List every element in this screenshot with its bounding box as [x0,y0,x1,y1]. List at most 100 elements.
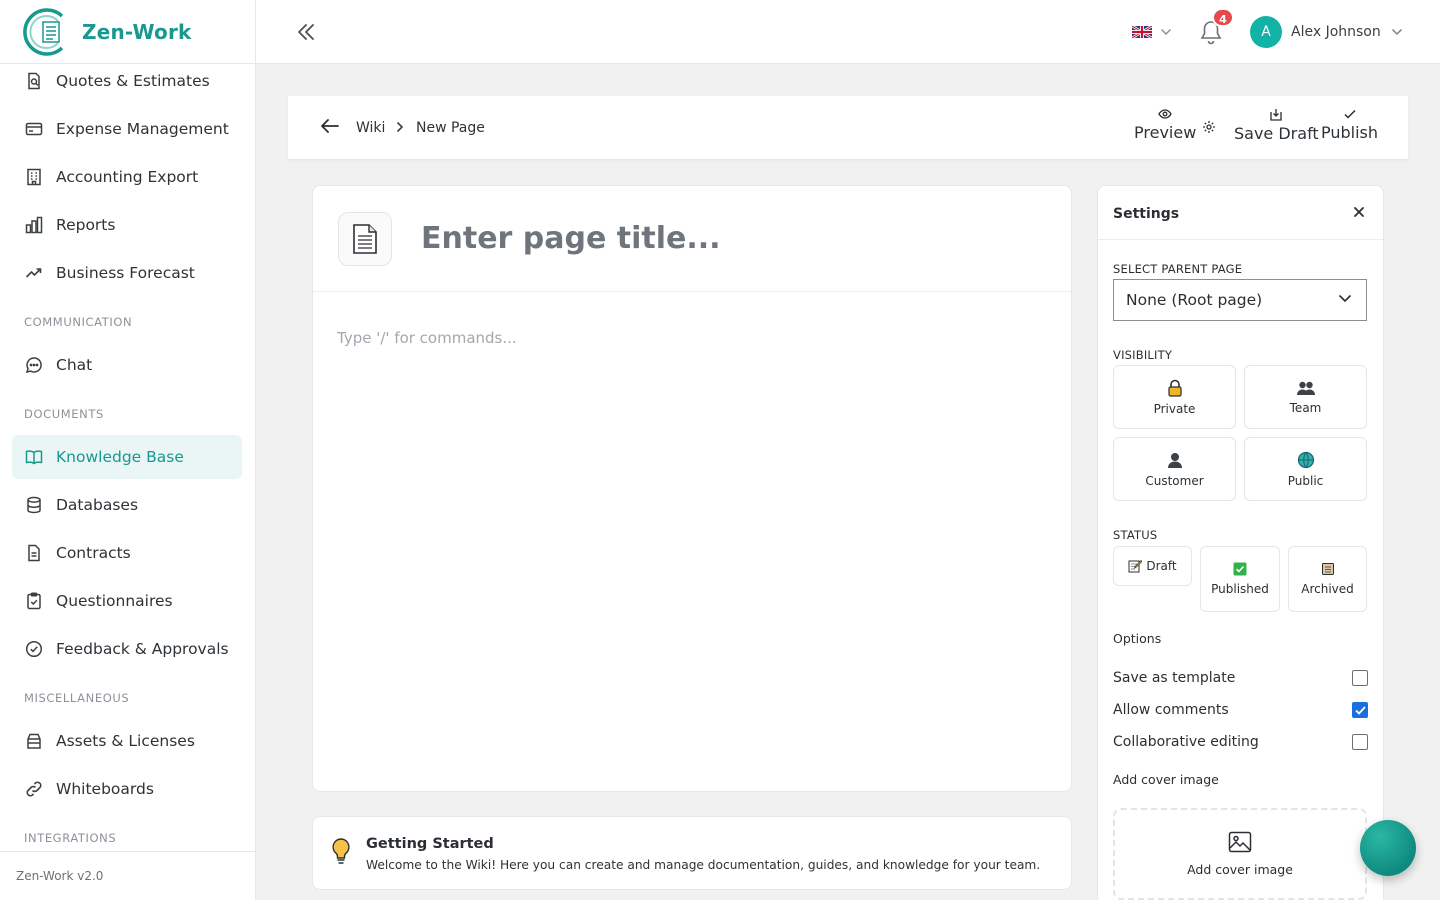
parent-page-label: SELECT PARENT PAGE [1113,262,1243,276]
language-selector[interactable] [1132,26,1172,38]
option-collaborative-editing: Collaborative editing [1113,731,1368,753]
globe-icon [1297,451,1314,468]
check-box-icon [1233,562,1247,576]
nav-section-documents: DOCUMENTS [24,407,104,421]
parent-page-select[interactable]: None (Root page) [1113,279,1367,321]
visibility-private-button[interactable]: Private [1113,365,1236,429]
visibility-customer-button[interactable]: Customer [1113,437,1236,501]
add-cover-image-dropzone[interactable]: Add cover image [1113,808,1367,900]
quote-icon [24,71,44,91]
editor-card [312,185,1072,792]
check-icon [1354,705,1366,715]
tip-title: Getting Started [366,836,494,852]
sidebar-item-feedback-approvals[interactable]: Feedback & Approvals [12,627,242,671]
floating-assistant-button[interactable] [1360,820,1416,876]
archive-box-icon [24,731,44,751]
nav-section-miscellaneous: MISCELLANEOUS [24,691,130,705]
visibility-team-button[interactable]: Team [1244,365,1367,429]
user-name: Alex Johnson [1291,24,1381,40]
status-draft-button[interactable]: Draft [1113,546,1192,586]
cover-image-label: Add cover image [1113,772,1219,787]
tip-text: Welcome to the Wiki! Here you can create… [366,858,1041,872]
user-menu[interactable]: A Alex Johnson [1250,16,1403,48]
page-document-icon [353,224,377,254]
sidebar-item-knowledge-base[interactable]: Knowledge Base [12,435,242,479]
notification-count-badge: 4 [1212,8,1234,27]
app-logo[interactable]: Zen-Work [18,5,192,59]
sidebar-item-label: Assets & Licenses [56,732,195,750]
sidebar-item-chat[interactable]: Chat [12,343,242,387]
check-icon [1343,109,1356,119]
back-button[interactable] [320,118,340,134]
collaborative-editing-checkbox[interactable] [1352,734,1368,750]
sidebar: Zen-Work Quotes & Estimates Expense Mana… [0,0,256,900]
status-published-button[interactable]: Published [1200,546,1280,612]
sidebar-item-databases[interactable]: Databases [12,483,242,527]
publish-button[interactable]: Publish [1321,108,1378,142]
sidebar-item-label: Expense Management [56,120,229,138]
eye-icon [1158,109,1172,119]
page-content-input[interactable] [337,326,1037,350]
sidebar-item-label: Questionnaires [56,592,173,610]
chat-bubble-icon [24,355,44,375]
visibility-public-button[interactable]: Public [1244,437,1367,501]
credit-card-icon [24,119,44,139]
sidebar-item-label: Chat [56,356,93,374]
page-title-input[interactable] [421,218,1041,258]
zen-work-logo-icon [23,8,64,56]
sidebar-item-label: Reports [56,216,116,234]
page-settings-button[interactable] [1202,120,1216,134]
save-icon [1270,109,1282,121]
option-allow-comments: Allow comments [1113,699,1368,721]
save-as-template-checkbox[interactable] [1352,670,1368,686]
collapse-sidebar-button[interactable] [294,20,318,44]
sidebar-item-business-forecast[interactable]: Business Forecast [12,251,242,295]
sidebar-item-label: Contracts [56,544,131,562]
chevron-down-icon [1391,28,1402,36]
sidebar-item-reports[interactable]: Reports [12,203,242,247]
page-icon-picker[interactable] [338,212,392,266]
bar-chart-icon [24,215,44,235]
database-icon [24,495,44,515]
team-icon [1296,381,1315,395]
sidebar-item-label: Business Forecast [56,264,195,282]
parent-page-value: None (Root page) [1126,291,1263,309]
gear-icon [1203,121,1215,133]
trend-up-icon [24,263,44,283]
settings-divider [1098,239,1383,240]
sidebar-item-whiteboards[interactable]: Whiteboards [12,767,242,811]
status-archived-button[interactable]: Archived [1288,546,1367,612]
chevron-down-icon [1160,28,1172,36]
sidebar-item-contracts[interactable]: Contracts [12,531,242,575]
sidebar-item-accounting-export[interactable]: Accounting Export [12,155,242,199]
archive-file-icon [1321,563,1334,575]
editor-divider [313,291,1071,292]
allow-comments-checkbox[interactable] [1352,702,1368,718]
chevron-down-icon [1338,294,1352,303]
status-label: STATUS [1113,528,1158,542]
options-label: Options [1113,631,1162,646]
breadcrumb-wiki[interactable]: Wiki [356,120,385,136]
sidebar-item-quotes-estimates[interactable]: Quotes & Estimates [12,59,242,103]
sidebar-item-label: Feedback & Approvals [56,640,229,658]
sidebar-item-questionnaires[interactable]: Questionnaires [12,579,242,623]
preview-button[interactable]: Preview [1134,108,1196,142]
sidebar-item-assets-licenses[interactable]: Assets & Licenses [12,719,242,763]
memo-icon [1128,560,1143,573]
arrow-left-icon [321,119,339,133]
link-icon [24,779,44,799]
check-circle-icon [24,639,44,659]
close-settings-button[interactable] [1352,205,1366,219]
document-icon [24,543,44,563]
close-icon [1354,207,1364,217]
nav-section-communication: COMMUNICATION [24,315,133,329]
customer-icon [1167,452,1182,468]
save-draft-button[interactable]: Save Draft [1234,108,1319,143]
sidebar-footer: Zen-Work v2.0 [0,851,256,900]
sidebar-item-expense-management[interactable]: Expense Management [12,107,242,151]
sidebar-item-label: Databases [56,496,139,514]
sidebar-item-label: Quotes & Estimates [56,72,210,90]
app-name: Zen-Work [82,20,192,44]
book-open-icon [24,447,44,467]
sidebar-item-label: Whiteboards [56,780,154,798]
